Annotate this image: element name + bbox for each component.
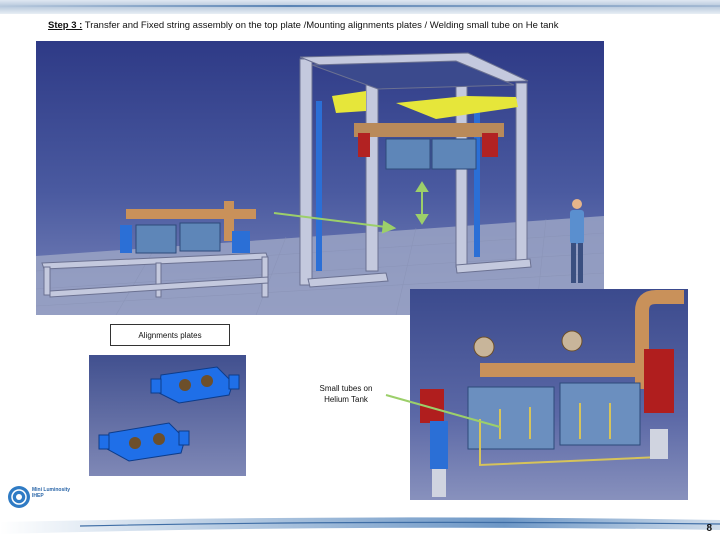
logo-text: Mini Luminosity IHEP	[32, 487, 71, 499]
callout-lines	[385, 394, 501, 428]
page-number: 8	[706, 523, 712, 534]
logo-mark-icon	[8, 486, 30, 508]
footer-band	[0, 517, 720, 534]
logo: Mini Luminosity IHEP	[6, 484, 76, 514]
